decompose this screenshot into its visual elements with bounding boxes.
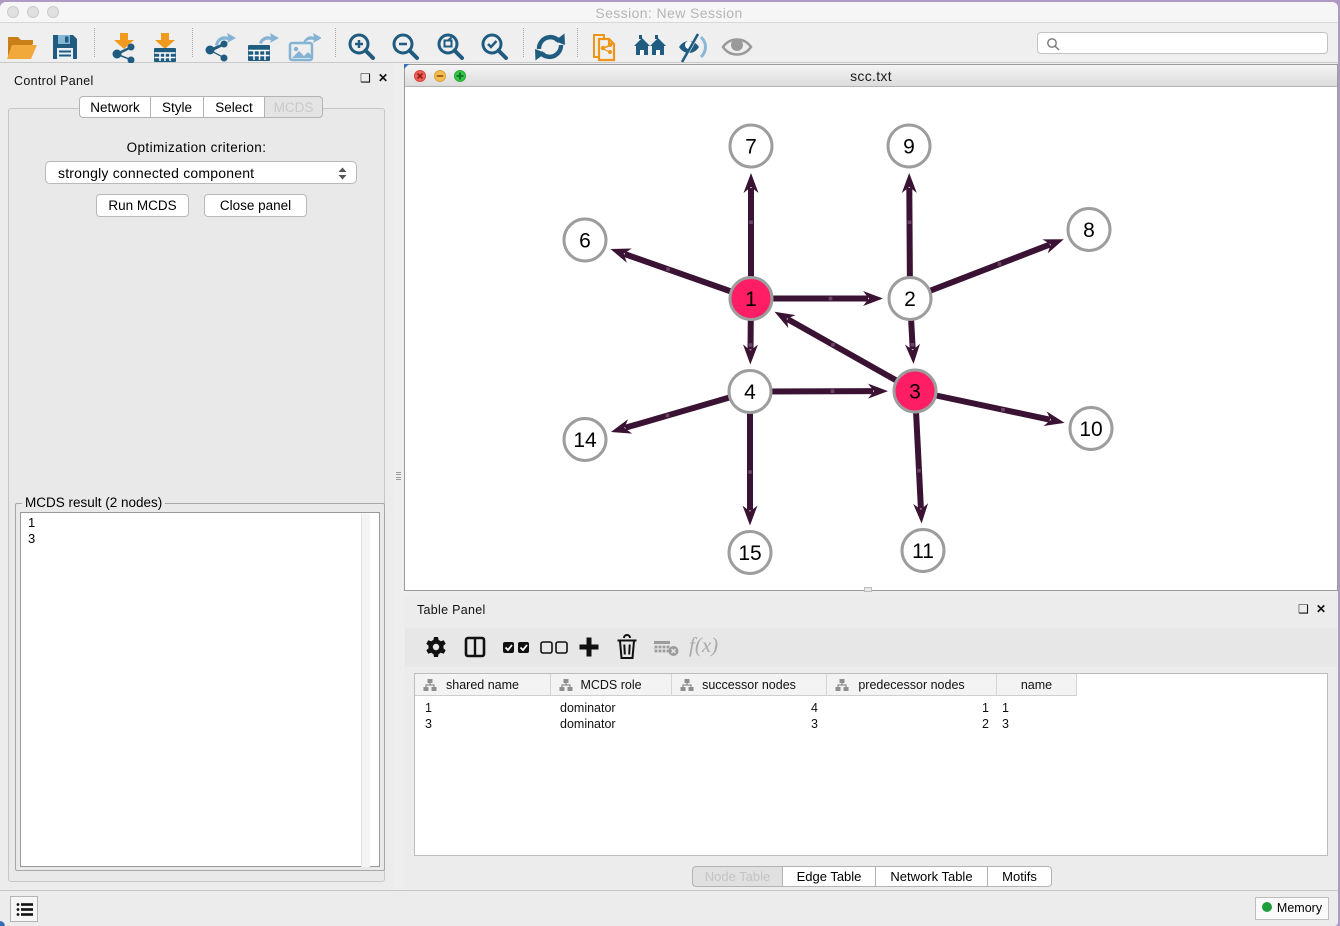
svg-text:8: 8 <box>1083 219 1095 242</box>
svg-text:2: 2 <box>904 288 916 311</box>
svg-text:9: 9 <box>903 136 915 159</box>
svg-text:11: 11 <box>912 540 934 563</box>
svg-text:15: 15 <box>738 542 761 565</box>
svg-text:14: 14 <box>573 429 597 452</box>
svg-text:3: 3 <box>909 381 921 404</box>
svg-text:1: 1 <box>745 288 757 311</box>
svg-text:7: 7 <box>745 136 757 159</box>
svg-text:4: 4 <box>744 381 756 404</box>
svg-text:10: 10 <box>1079 418 1102 441</box>
svg-text:6: 6 <box>579 230 591 253</box>
